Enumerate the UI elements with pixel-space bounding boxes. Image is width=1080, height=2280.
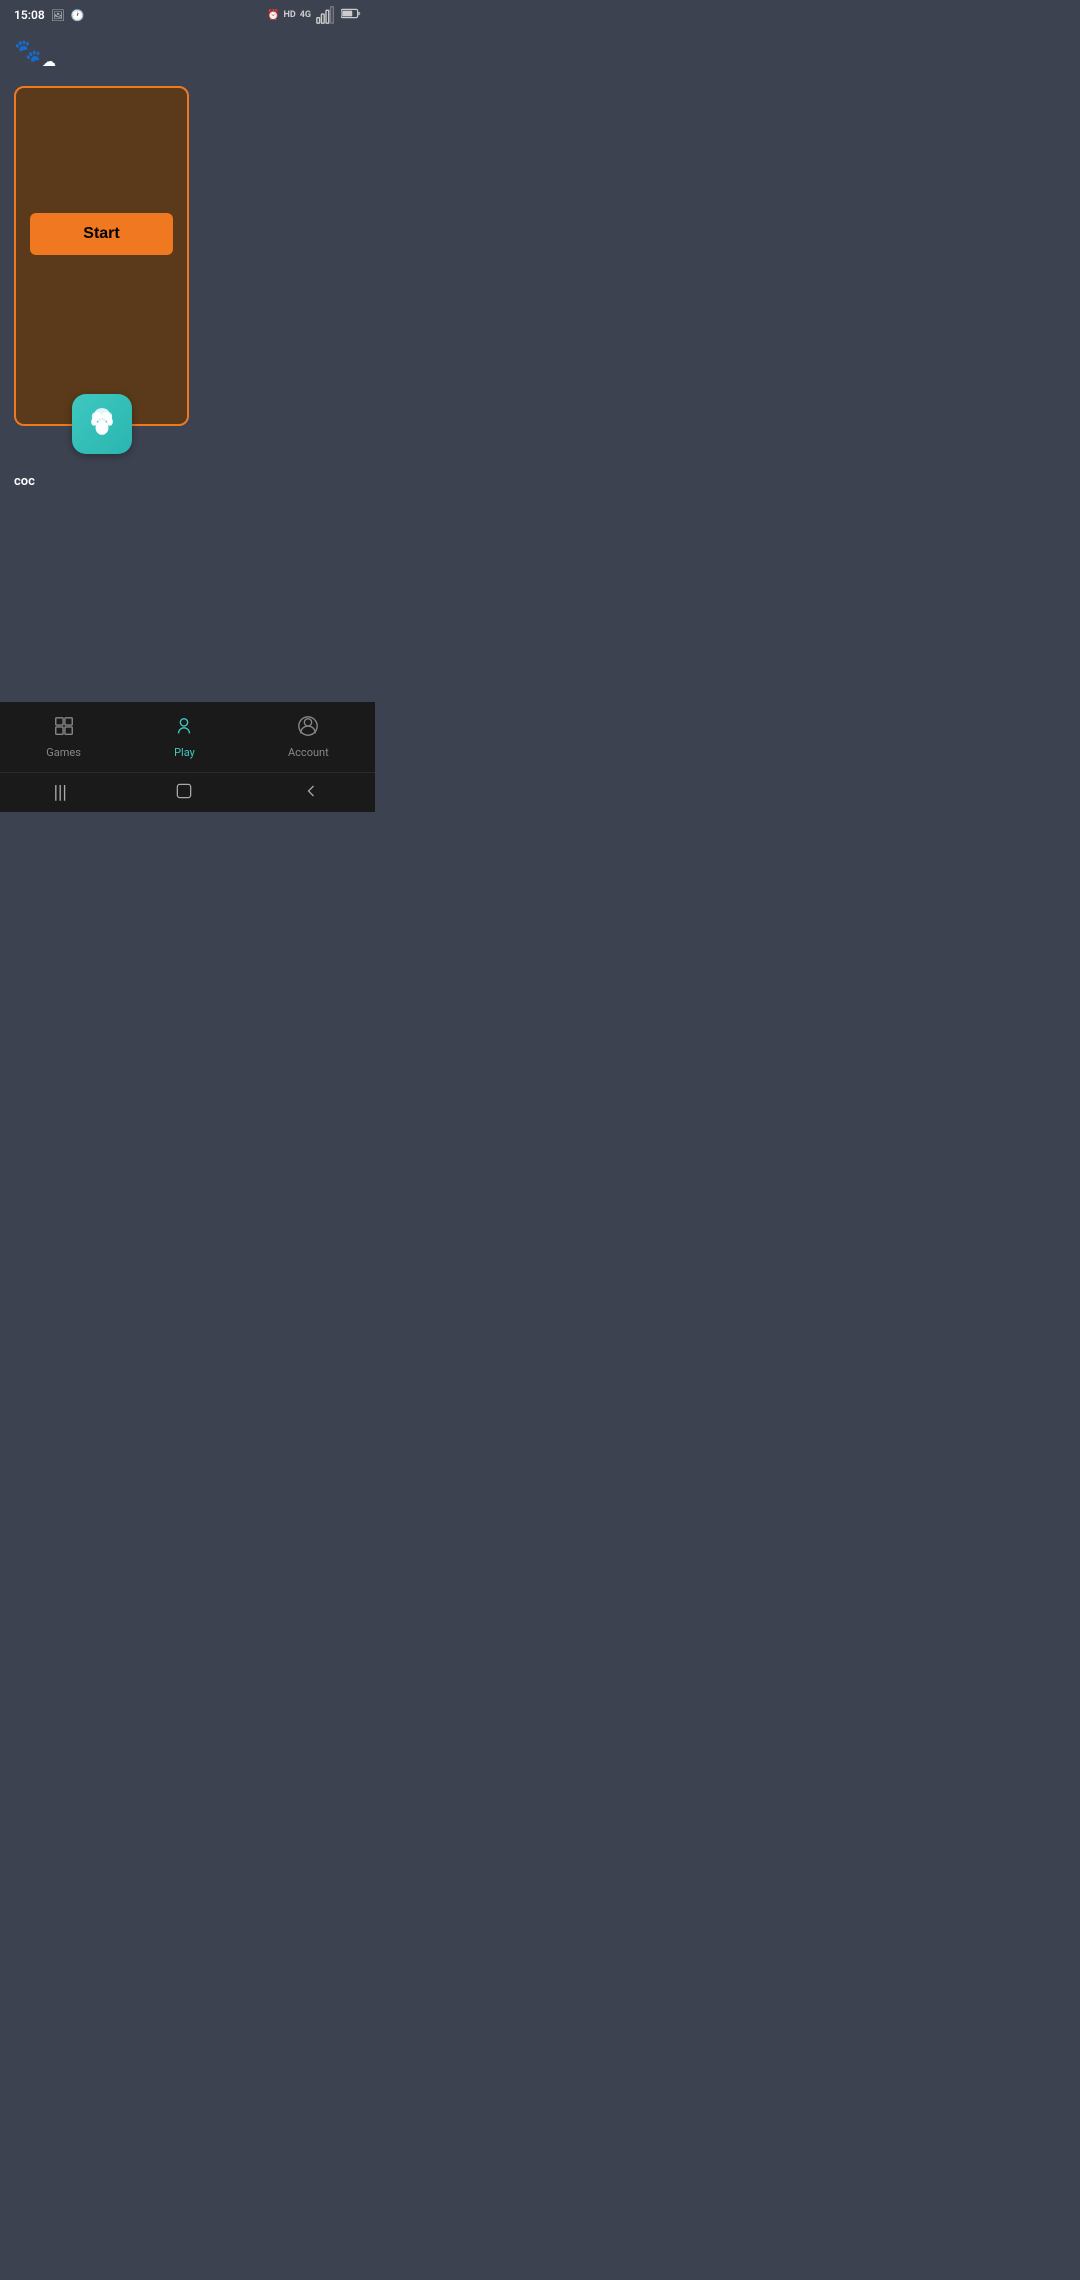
alarm-icon: ⏰ bbox=[267, 10, 279, 21]
battery-icon bbox=[341, 8, 361, 22]
games-icon bbox=[53, 715, 75, 742]
paw-icon: 🐾 bbox=[14, 41, 41, 63]
hd-badge: HD bbox=[283, 10, 295, 20]
main-content: Start bbox=[0, 76, 375, 702]
4g-badge: 4G bbox=[300, 10, 311, 20]
home-icon[interactable] bbox=[174, 781, 194, 805]
status-left: 15:08 🖼 🕐 bbox=[14, 8, 84, 22]
nav-item-play[interactable]: Play bbox=[153, 709, 215, 765]
play-label: Play bbox=[174, 746, 195, 759]
recent-apps-icon[interactable]: ||| bbox=[54, 782, 67, 803]
status-right: ⏰ HD 4G bbox=[267, 3, 361, 28]
nav-item-account[interactable]: Account bbox=[268, 709, 349, 765]
app-icon-container bbox=[72, 394, 132, 454]
back-icon[interactable] bbox=[301, 781, 321, 805]
account-label: Account bbox=[288, 746, 329, 759]
clock-icon: 🕐 bbox=[71, 9, 85, 22]
game-card: Start bbox=[14, 86, 189, 426]
account-icon bbox=[297, 715, 319, 742]
photo-icon: 🖼 bbox=[51, 9, 65, 22]
signal-icon bbox=[315, 3, 337, 28]
games-label: Games bbox=[46, 746, 81, 759]
status-bar: 15:08 🖼 🕐 ⏰ HD 4G bbox=[0, 0, 375, 28]
start-button[interactable]: Start bbox=[30, 213, 173, 255]
app-logo: 🐾 ☁ bbox=[14, 34, 54, 70]
app-name: coc bbox=[14, 474, 35, 489]
status-time: 15:08 bbox=[14, 8, 45, 22]
play-icon bbox=[173, 715, 195, 742]
bottom-nav: Games Play Account bbox=[0, 702, 375, 772]
nav-item-games[interactable]: Games bbox=[26, 709, 101, 765]
gesture-bar: ||| bbox=[0, 772, 375, 812]
cloud-icon: ☁ bbox=[42, 54, 56, 70]
app-header: 🐾 ☁ bbox=[0, 28, 375, 76]
app-icon bbox=[72, 394, 132, 454]
game-card-inner: Start bbox=[30, 104, 173, 364]
